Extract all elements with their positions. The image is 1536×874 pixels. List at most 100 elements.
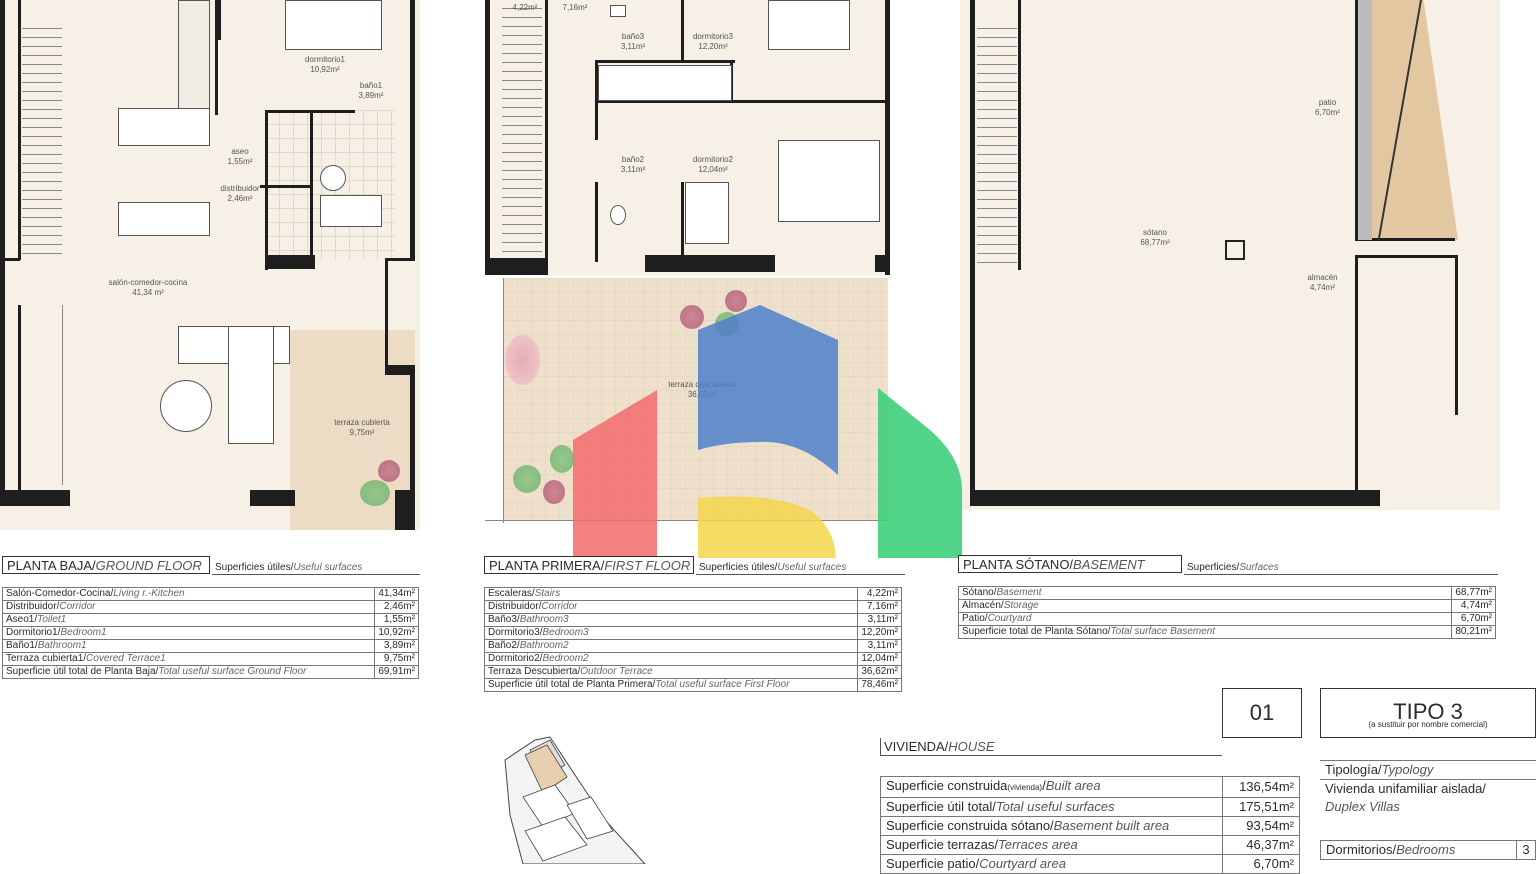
area-label: Terraza Descubierta/Outdoor Terrace bbox=[483, 665, 859, 679]
area-label: Distribuidor/Corridor bbox=[483, 600, 859, 614]
table-row: Patio/Courtyard 6,70m² bbox=[957, 612, 1496, 626]
area-value: 7,16m² bbox=[857, 600, 902, 614]
room-label-bano2: baño2 3,11m² bbox=[620, 155, 646, 174]
table-row: Superficie construida sótano/Basement bu… bbox=[880, 816, 1300, 836]
table-row: Baño3/Bathroom3 3,11m² bbox=[483, 613, 902, 627]
room-label-distribuidor: distribuidor 2,46m² bbox=[220, 184, 260, 203]
room-label-patio: patio 6,70m² bbox=[1315, 98, 1340, 117]
area-label: Baño3/Bathroom3 bbox=[483, 613, 859, 627]
ground-floor-title: PLANTA BAJA/GROUND FLOOR bbox=[2, 556, 210, 574]
room-label-sotano: sótano 68,77m² bbox=[1140, 228, 1170, 247]
room-label-corridor-area: 7,16m² bbox=[562, 3, 588, 12]
table-row: Superficie terrazas/Terraces area 46,37m² bbox=[880, 835, 1300, 855]
house-label: VIVIENDA/HOUSE bbox=[880, 738, 1222, 756]
summary-value: 136,54m² bbox=[1222, 776, 1300, 798]
basement-plan: patio 6,70m² sótano 68,77m² almacén 4,74m² bbox=[960, 0, 1500, 510]
summary-label: Superficie patio/Courtyard area bbox=[880, 854, 1223, 874]
area-label: Aseo1/Toilet1 bbox=[1, 613, 376, 627]
table-row: Almacén/Storage 4,74m² bbox=[957, 599, 1496, 613]
room-label-dormitorio3: dormitorio3 12,20m² bbox=[692, 32, 733, 51]
area-label: Almacén/Storage bbox=[957, 599, 1453, 613]
house-number-box: 01 bbox=[1222, 688, 1302, 738]
area-value: 1,55m² bbox=[374, 613, 419, 627]
table-row: Aseo1/Toilet1 1,55m² bbox=[1, 613, 419, 627]
table-row: Superficie construida(vivienda)/Built ar… bbox=[880, 776, 1300, 798]
summary-value: 175,51m² bbox=[1222, 797, 1300, 817]
area-value: 78,46m² bbox=[857, 678, 902, 692]
ground-floor-subtitle: Superficies útiles/Useful surfaces bbox=[212, 562, 420, 575]
watermark-logo bbox=[573, 305, 962, 558]
room-label-stairs-area: 4,22m² bbox=[512, 3, 538, 12]
table-row: Baño2/Bathroom2 3,11m² bbox=[483, 639, 902, 653]
area-label: Terraza cubierta1/Covered Terrace1 bbox=[1, 652, 376, 666]
table-row: Salón-Comedor-Cocina/Living r.-Kitchen 41… bbox=[1, 587, 419, 601]
first-floor-title: PLANTA PRIMERA/FIRST FLOOR bbox=[484, 556, 694, 574]
area-value: 3,89m² bbox=[374, 639, 419, 653]
area-label: Patio/Courtyard bbox=[957, 612, 1453, 626]
area-label: Superficie útil total de Planta Baja/Tot… bbox=[1, 665, 376, 679]
tipo-box: TIPO 3 (a sustituir por nombre comercial… bbox=[1320, 688, 1536, 738]
table-row: Terraza cubierta1/Covered Terrace1 9,75m² bbox=[1, 652, 419, 666]
site-key-plan bbox=[504, 736, 646, 864]
area-label: Escaleras/Stairs bbox=[483, 587, 859, 601]
area-value: 10,92m² bbox=[374, 626, 419, 640]
table-row: Dormitorio3/Bedroom3 12,20m² bbox=[483, 626, 902, 640]
summary-value: 6,70m² bbox=[1222, 854, 1300, 874]
area-label: Dormitorio3/Bedroom3 bbox=[483, 626, 859, 640]
house-summary-table: Superficie construida(vivienda)/Built ar… bbox=[880, 776, 1300, 874]
area-value: 2,46m² bbox=[374, 600, 419, 614]
area-value: 41,34m² bbox=[374, 587, 419, 601]
room-label-terraza-cubierta: terraza cubierta 9,75m² bbox=[334, 418, 390, 437]
logo-yellow-shape bbox=[698, 496, 836, 558]
area-value: 69,91m² bbox=[374, 665, 419, 679]
bedrooms-row: Dormitorios/Bedrooms 3 bbox=[1320, 840, 1536, 860]
area-label: Distribuidor/Corridor bbox=[1, 600, 376, 614]
table-row: Baño1/Bathroom1 3,89m² bbox=[1, 639, 419, 653]
room-label-dormitorio2: dormitorio2 12,04m² bbox=[692, 155, 733, 174]
area-label: Superficie total de Planta Sótano/Total … bbox=[957, 625, 1453, 639]
area-value: 12,20m² bbox=[857, 626, 902, 640]
summary-label: Superficie terrazas/Terraces area bbox=[880, 835, 1223, 855]
typology-block: Tipología/Typology Vivienda unifamiliar … bbox=[1320, 760, 1536, 816]
first-floor-areas-table: Escaleras/Stairs 4,22m² Distribuidor/Corri… bbox=[483, 587, 902, 692]
summary-label: Superficie útil total/Total useful surfa… bbox=[880, 797, 1223, 817]
area-value: 3,11m² bbox=[857, 639, 902, 653]
area-label: Salón-Comedor-Cocina/Living r.-Kitchen bbox=[1, 587, 376, 601]
room-label-dormitorio1: dormitorio1 10,92m² bbox=[304, 55, 345, 74]
room-label-almacen: almacén 4,74m² bbox=[1307, 273, 1338, 292]
area-value: 4,74m² bbox=[1451, 599, 1496, 613]
area-label: Sótano/Basement bbox=[957, 586, 1453, 600]
table-row: Distribuidor/Corridor 7,16m² bbox=[483, 600, 902, 614]
table-row: Sótano/Basement 68,77m² bbox=[957, 586, 1496, 600]
area-value: 3,11m² bbox=[857, 613, 902, 627]
basement-subtitle: Superficies/Surfaces bbox=[1184, 562, 1498, 575]
ground-floor-plan: dormitorio1 10,92m² baño1 3,89m² aseo 1,55m… bbox=[0, 0, 420, 530]
first-floor-subtitle: Superficies útiles/Useful surfaces bbox=[696, 562, 905, 575]
table-row: Superficie útil total de Planta Baja/Tot… bbox=[1, 665, 419, 679]
summary-label: Superficie construida(vivienda)/Built ar… bbox=[880, 776, 1223, 798]
area-value: 9,75m² bbox=[374, 652, 419, 666]
table-row: Superficie útil total/Total useful surfa… bbox=[880, 797, 1300, 817]
logo-blue-shape bbox=[698, 305, 838, 475]
summary-value: 93,54m² bbox=[1222, 816, 1300, 836]
table-row: Escaleras/Stairs 4,22m² bbox=[483, 587, 902, 601]
table-row: Superficie total de Planta Sótano/Total … bbox=[957, 625, 1496, 639]
table-row: Distribuidor/Corridor 2,46m² bbox=[1, 600, 419, 614]
area-label: Superficie útil total de Planta Primera/… bbox=[483, 678, 859, 692]
area-value: 36,62m² bbox=[857, 665, 902, 679]
table-row: Superficie patio/Courtyard area 6,70m² bbox=[880, 854, 1300, 874]
table-row: Terraza Descubierta/Outdoor Terrace 36,62… bbox=[483, 665, 902, 679]
area-label: Dormitorio2/Bedroom2 bbox=[483, 652, 859, 666]
area-value: 4,22m² bbox=[857, 587, 902, 601]
logo-green-shape bbox=[878, 388, 962, 558]
area-label: Dormitorio1/Bedroom1 bbox=[1, 626, 376, 640]
logo-red-shape bbox=[573, 390, 657, 558]
area-label: Baño2/Bathroom2 bbox=[483, 639, 859, 653]
area-value: 80,21m² bbox=[1451, 625, 1496, 639]
room-label-salon: salón-comedor-cocina 41,34 m² bbox=[108, 278, 188, 297]
area-value: 12,04m² bbox=[857, 652, 902, 666]
room-label-bano1: baño1 3,89m² bbox=[358, 81, 384, 100]
room-label-bano3: baño3 3,11m² bbox=[620, 32, 646, 51]
ground-floor-areas-table: Salón-Comedor-Cocina/Living r.-Kitchen 41… bbox=[1, 587, 419, 679]
table-row: Superficie útil total de Planta Primera/… bbox=[483, 678, 902, 692]
